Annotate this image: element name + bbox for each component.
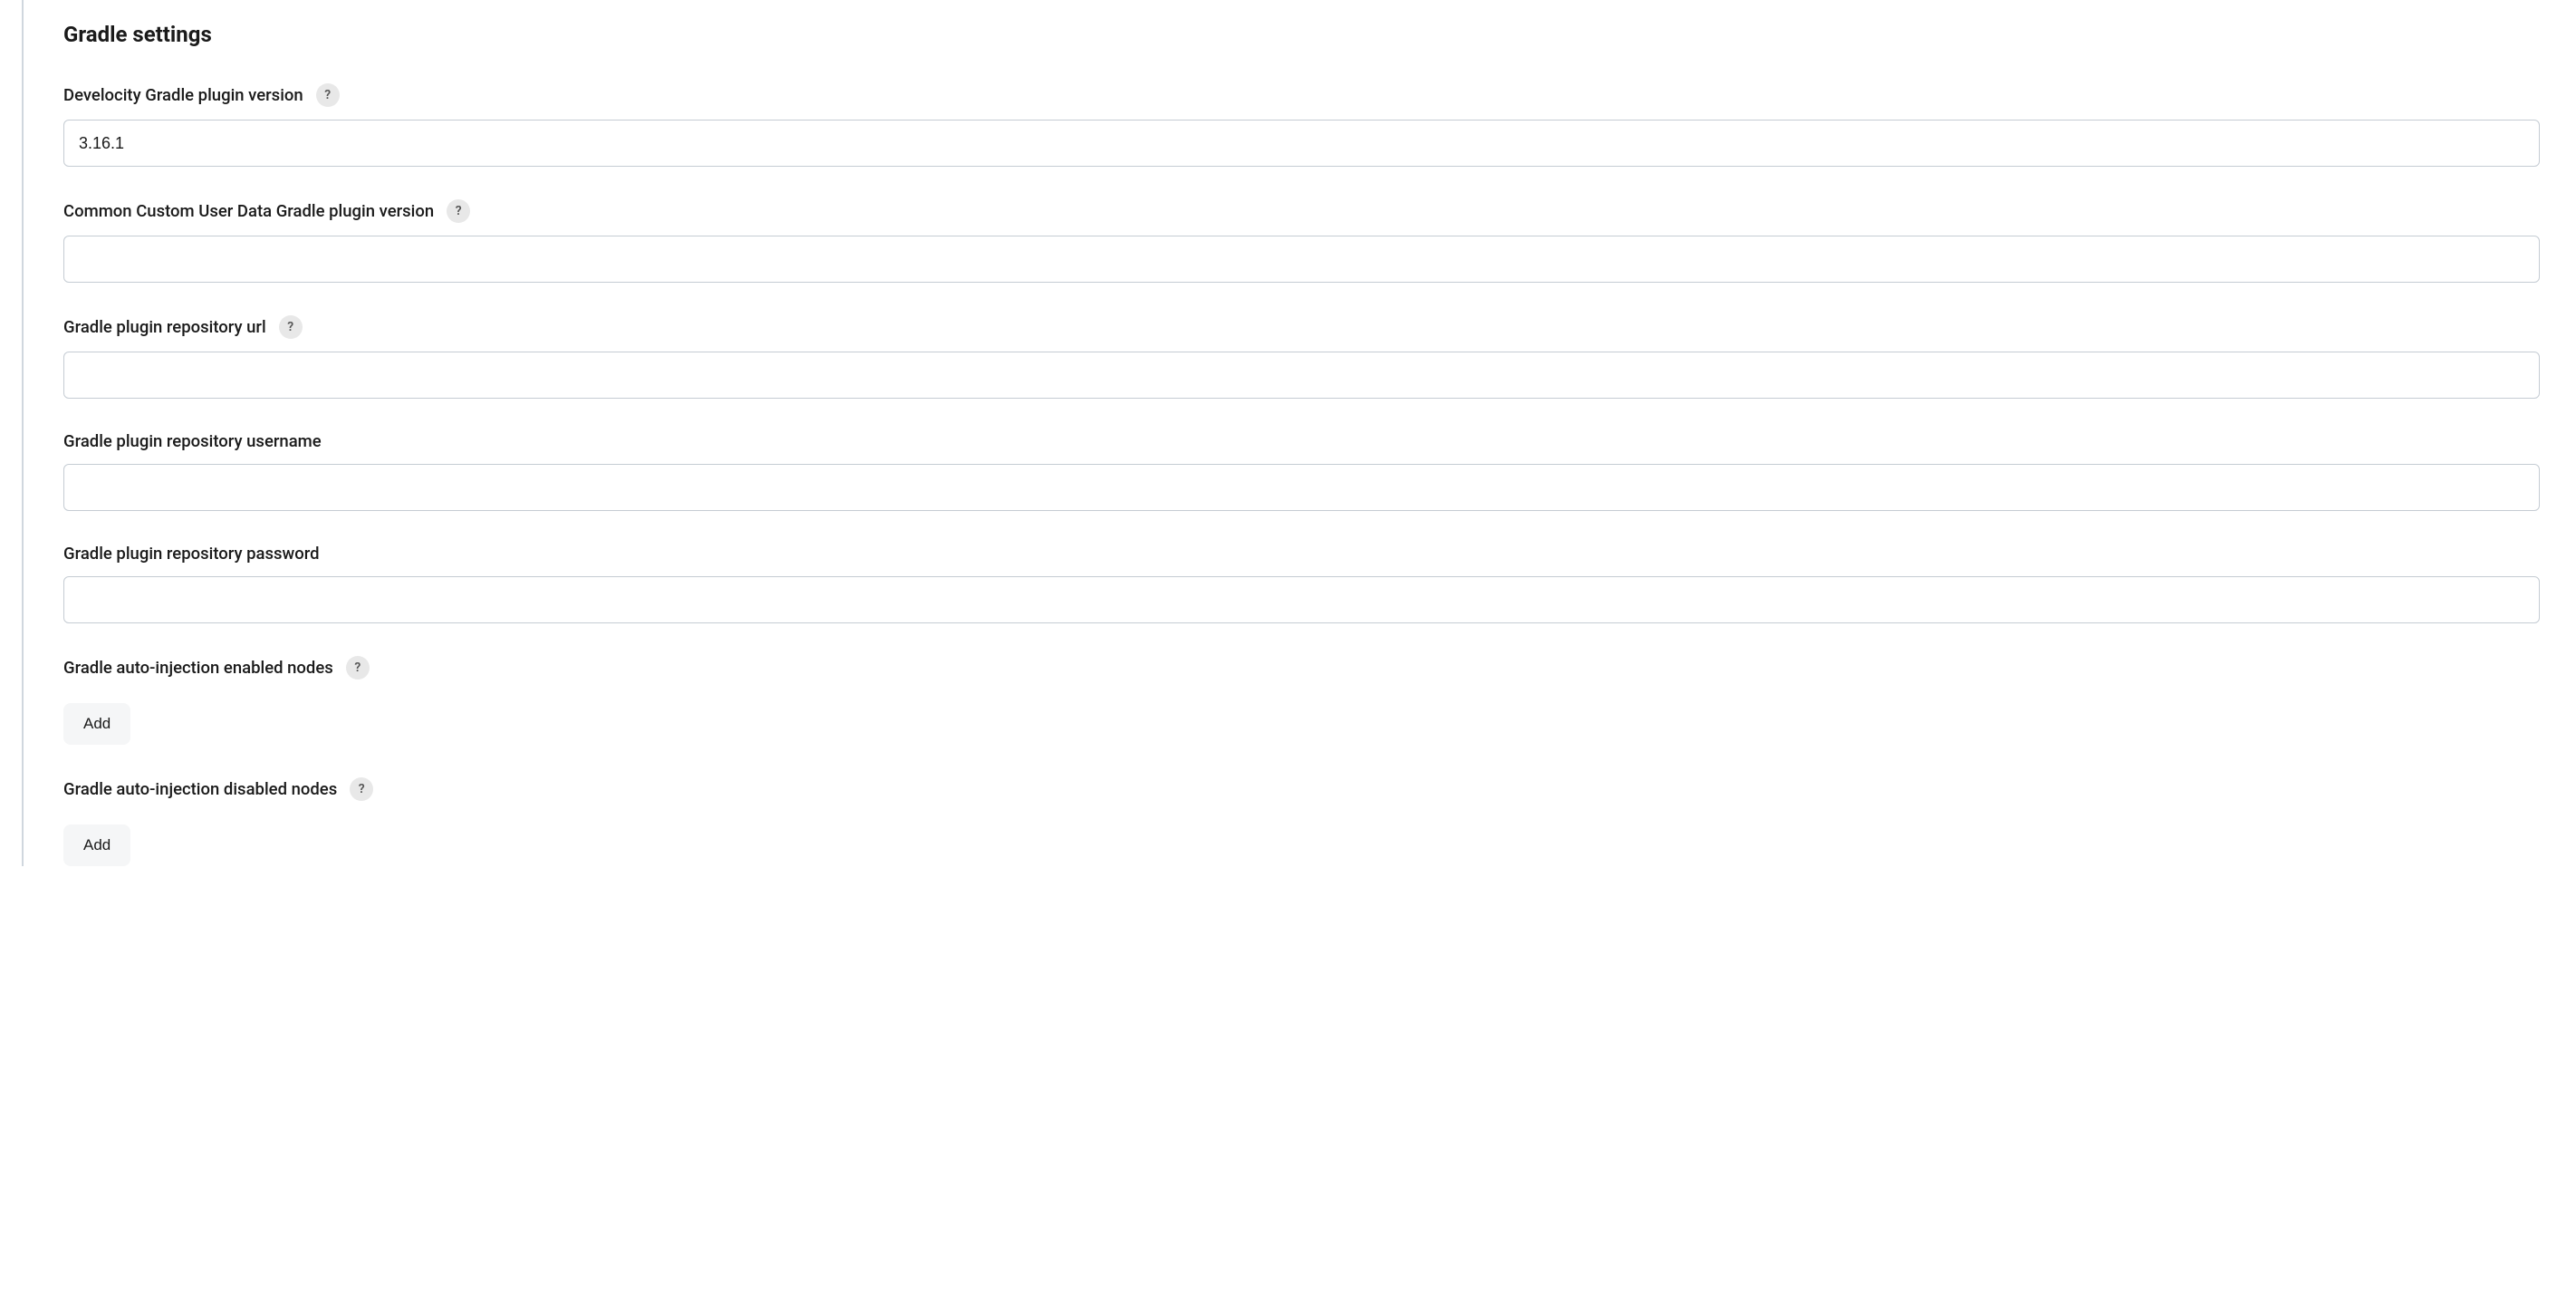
- label-row: Common Custom User Data Gradle plugin ve…: [63, 199, 2540, 223]
- repo-password-input[interactable]: [63, 576, 2540, 623]
- help-icon[interactable]: ?: [316, 83, 340, 107]
- label-row: Gradle auto-injection enabled nodes ?: [63, 656, 2540, 680]
- develocity-plugin-version-label: Develocity Gradle plugin version: [63, 85, 303, 105]
- develocity-plugin-version-input[interactable]: [63, 120, 2540, 167]
- enabled-nodes-group: Gradle auto-injection enabled nodes ? Ad…: [63, 656, 2540, 745]
- repo-username-label: Gradle plugin repository username: [63, 431, 322, 451]
- label-row: Gradle auto-injection disabled nodes ?: [63, 777, 2540, 801]
- help-icon[interactable]: ?: [350, 777, 373, 801]
- label-row: Gradle plugin repository url ?: [63, 315, 2540, 339]
- repo-password-label: Gradle plugin repository password: [63, 544, 320, 564]
- help-icon[interactable]: ?: [279, 315, 303, 339]
- label-row: Gradle plugin repository username: [63, 431, 2540, 451]
- help-icon[interactable]: ?: [346, 656, 370, 680]
- disabled-nodes-label: Gradle auto-injection disabled nodes: [63, 779, 337, 799]
- enabled-nodes-label: Gradle auto-injection enabled nodes: [63, 658, 333, 678]
- disabled-nodes-group: Gradle auto-injection disabled nodes ? A…: [63, 777, 2540, 866]
- label-row: Develocity Gradle plugin version ?: [63, 83, 2540, 107]
- ccud-plugin-version-input[interactable]: [63, 236, 2540, 283]
- help-icon[interactable]: ?: [447, 199, 470, 223]
- repo-username-input[interactable]: [63, 464, 2540, 511]
- ccud-plugin-version-group: Common Custom User Data Gradle plugin ve…: [63, 199, 2540, 283]
- section-title: Gradle settings: [63, 22, 2540, 47]
- enabled-nodes-add-button[interactable]: Add: [63, 703, 130, 745]
- repo-url-group: Gradle plugin repository url ?: [63, 315, 2540, 399]
- develocity-plugin-version-group: Develocity Gradle plugin version ?: [63, 83, 2540, 167]
- repo-username-group: Gradle plugin repository username: [63, 431, 2540, 511]
- repo-url-label: Gradle plugin repository url: [63, 317, 266, 337]
- disabled-nodes-add-button[interactable]: Add: [63, 824, 130, 866]
- gradle-settings-section: Gradle settings Develocity Gradle plugin…: [22, 0, 2576, 866]
- repo-password-group: Gradle plugin repository password: [63, 544, 2540, 623]
- repo-url-input[interactable]: [63, 352, 2540, 399]
- ccud-plugin-version-label: Common Custom User Data Gradle plugin ve…: [63, 201, 434, 221]
- label-row: Gradle plugin repository password: [63, 544, 2540, 564]
